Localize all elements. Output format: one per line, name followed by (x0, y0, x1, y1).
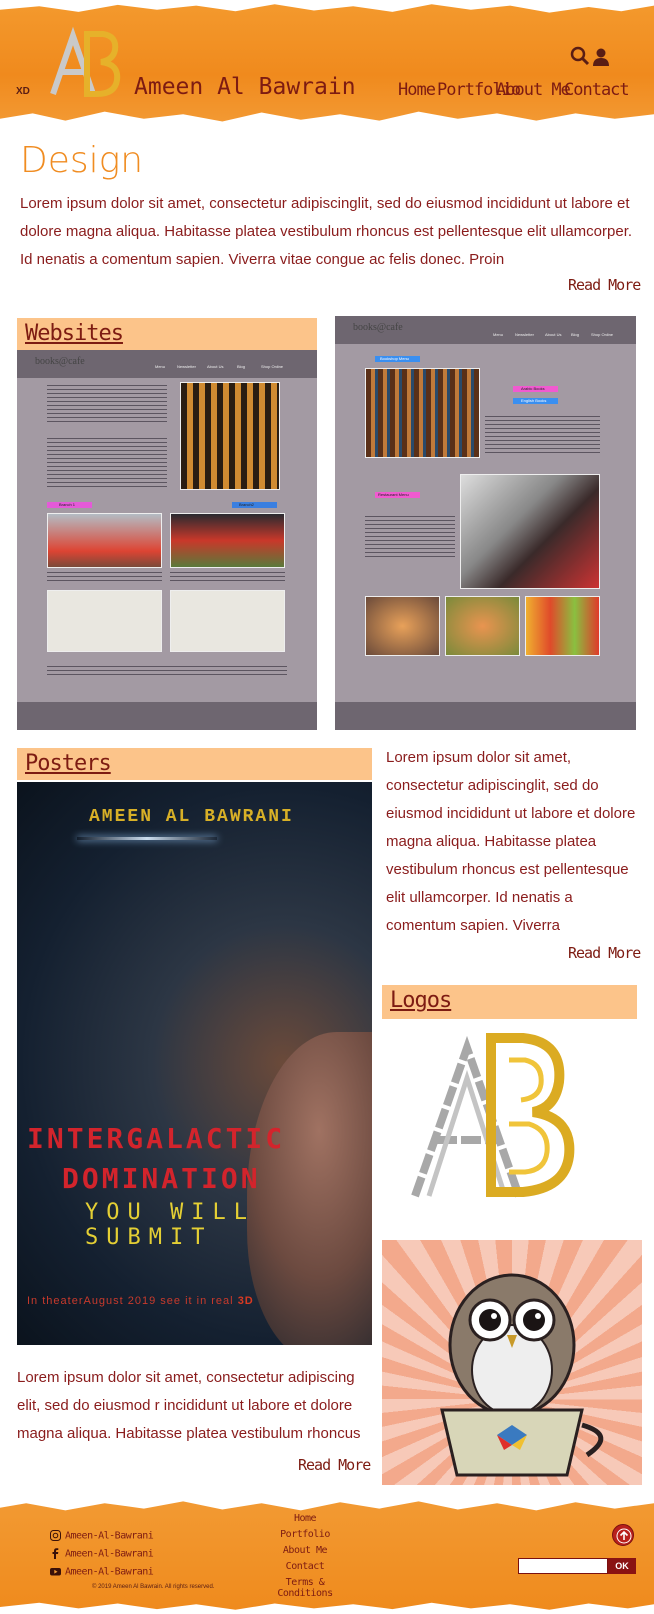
mockup-nav-item: Menu (155, 364, 166, 369)
mockup-cafe-image (180, 382, 280, 490)
footer-nav-contact[interactable]: Contact (265, 1561, 345, 1572)
poster-release-text: In theaterAugust 2019 see it in real (27, 1295, 234, 1307)
mockup-map-1 (47, 590, 162, 652)
mockup-branch1-label: Branch 1 (59, 502, 76, 507)
mockup-branch2-label: Branch2 (239, 502, 254, 507)
ab-logo[interactable] (45, 22, 125, 102)
social-youtube-link[interactable]: Ameen-Al-Bawrani (50, 1566, 154, 1578)
mockup-footer (335, 702, 636, 730)
arrow-up-icon (616, 1528, 632, 1544)
copyright-text: © 2019 Ameen Al Bawrain. All rights rese… (92, 1584, 215, 1590)
social-facebook-label: Ameen-Al-Bawrani (65, 1548, 154, 1560)
mockup-nav-item: Blog (237, 364, 246, 369)
nav-home[interactable]: Home (398, 80, 436, 100)
footer-nav-home[interactable]: Home (265, 1513, 345, 1524)
websites-section-title: Websites (17, 318, 317, 350)
mockup-logo: books@cafe (353, 322, 403, 333)
mockup-footer (17, 702, 317, 730)
mockup-english-label: English Books (521, 398, 547, 403)
mockup-text-block (47, 438, 167, 488)
footer-nav-about-me[interactable]: About Me (265, 1545, 345, 1556)
posters-section-title: Posters (17, 748, 372, 780)
poster-lens-flare (77, 837, 217, 840)
posters-read-more-link[interactable]: Read More (298, 1456, 371, 1474)
xd-label: XD (16, 86, 30, 97)
mockup-arabic-label: Arabic Books (521, 386, 545, 391)
mockup-text-block (485, 416, 600, 456)
mockup-bookshop-label: Bookshop Menu (380, 356, 409, 361)
mockup-nav-item: About Us (207, 364, 224, 369)
owl-art (440, 1273, 604, 1477)
instagram-icon (50, 1530, 61, 1541)
mockup-nav-item: About Us (545, 332, 562, 337)
mockup-logo: books@cafe (35, 356, 85, 367)
poster-face (247, 1032, 372, 1345)
poster-3d-label: 3D (237, 1295, 254, 1307)
poster-title-line2: DOMINATION (62, 1162, 261, 1195)
website-mockup-1[interactable]: books@cafe Menu Newsletter About Us Blog… (17, 350, 317, 730)
mockup-text-block (365, 516, 455, 560)
social-instagram-link[interactable]: Ameen-Al-Bawrani (50, 1530, 154, 1542)
mockup-food-image-1 (365, 596, 440, 656)
mockup-bookshop-image (365, 368, 480, 458)
mockup-nav-item: Menu (493, 332, 504, 337)
website-mockup-2[interactable]: books@cafe Menu Newsletter About Us Blog… (335, 316, 636, 730)
mockup-restaurant-label: Restaurant Menu (378, 492, 409, 497)
mockup-nav-item: Newsletter (177, 364, 196, 369)
poster-tagline: YOU WILL SUBMIT (85, 1200, 255, 1250)
site-title[interactable]: Ameen Al Bawrain (134, 74, 356, 100)
side-text: Lorem ipsum dolor sit amet, consectetur … (386, 749, 636, 934)
design-title: Design (20, 140, 144, 181)
poster-title-line1: INTERGALACTIC (27, 1122, 286, 1155)
mockup-nav-item: Shop Online (591, 332, 614, 337)
newsletter-ok-button[interactable]: OK (608, 1558, 636, 1574)
mockup-text-block (47, 385, 167, 425)
footer-nav-portfolio[interactable]: Portfolio (265, 1529, 345, 1540)
side-read-more-link[interactable]: Read More (568, 944, 641, 962)
owl-illustration[interactable] (382, 1240, 642, 1485)
user-icon[interactable] (593, 48, 609, 66)
social-youtube-label: Ameen-Al-Bawrani (65, 1566, 154, 1578)
social-facebook-link[interactable]: Ameen-Al-Bawrani (50, 1548, 154, 1560)
mockup-drinks-image (525, 596, 600, 656)
poster-artist-name: AMEEN AL BAWRANI (89, 807, 294, 827)
design-text: Lorem ipsum dolor sit amet, consectetur … (20, 195, 633, 268)
social-instagram-label: Ameen-Al-Bawrani (65, 1530, 154, 1542)
posters-text: Lorem ipsum dolor sit amet, consectetur … (17, 1369, 361, 1442)
search-icon[interactable] (570, 46, 590, 66)
footer-nav-terms[interactable]: Terms & Conditions (265, 1577, 345, 1599)
scroll-to-top-button[interactable] (612, 1524, 634, 1546)
mockup-map-2 (170, 590, 285, 652)
mockup-restaurant-image (460, 474, 600, 589)
ab-logo-showcase[interactable] (405, 1028, 590, 1203)
nav-contact[interactable]: Contact (564, 80, 630, 100)
mockup-nav-item: Blog (571, 332, 580, 337)
newsletter-email-input[interactable] (518, 1558, 608, 1574)
youtube-icon (50, 1568, 61, 1576)
mockup-food-image-2 (445, 596, 520, 656)
mockup-text-block (47, 666, 287, 676)
logos-section-title: Logos (382, 985, 637, 1019)
mockup-nav-item: Newsletter (515, 332, 534, 337)
mockup-branch1-image (47, 513, 162, 568)
mockup-nav-item: Shop Online (261, 364, 284, 369)
movie-poster[interactable]: AMEEN AL BAWRANI INTERGALACTIC DOMINATIO… (17, 782, 372, 1345)
design-read-more-link[interactable]: Read More (568, 276, 641, 294)
nav-about-me[interactable]: About Me (496, 80, 571, 100)
mockup-text-block (47, 572, 162, 582)
poster-release-info: In theaterAugust 2019 see it in real 3D (27, 1295, 254, 1307)
mockup-text-block (170, 572, 285, 582)
facebook-icon (52, 1548, 59, 1559)
mockup-branch2-image (170, 513, 285, 568)
